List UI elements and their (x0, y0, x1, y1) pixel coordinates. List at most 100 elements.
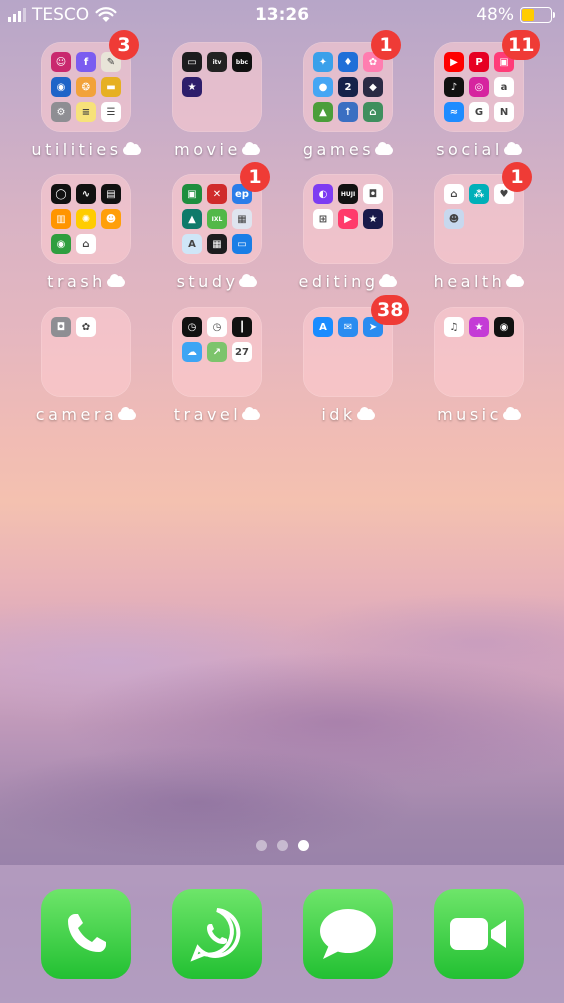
folder-label-text: editing (298, 272, 379, 291)
folder-label: study (147, 272, 287, 291)
balloon-game-icon: ● (313, 77, 333, 97)
cloud-icon (356, 407, 375, 420)
messenger-icon: ≈ (444, 102, 464, 122)
piano-tiles-icon: 2 (338, 77, 358, 97)
notification-badge: 38 (371, 295, 410, 325)
phone-icon (68, 914, 106, 952)
gradient-app-icon: ◐ (313, 184, 333, 204)
folder-music[interactable]: ♫ ★ ◉ (434, 307, 524, 397)
google-home-icon: ⌂ (444, 184, 464, 204)
cube-game-icon: ◆ (363, 77, 383, 97)
news-icon: N (494, 102, 514, 122)
pinterest-icon: P (469, 52, 489, 72)
folder-trash[interactable]: ◯ ∿ ▤ ▥ ✺ ☻ ◉ ⌂ (41, 174, 131, 264)
dock-app-phone[interactable] (41, 889, 131, 979)
voice-memos-icon: ┃ (232, 317, 252, 337)
wallet-gold-icon: ▬ (101, 77, 121, 97)
folder-label: music (409, 405, 549, 424)
notification-badge: 1 (502, 162, 532, 192)
star-editor-icon: ★ (363, 209, 383, 229)
notes-icon: ≡ (76, 102, 96, 122)
cloud-icon (375, 142, 394, 155)
facetime-icon (450, 918, 506, 950)
folder-label: games (278, 140, 418, 159)
folder-label: idk (278, 405, 418, 424)
ixl-icon: IXL (207, 209, 227, 229)
house-game-icon: ⌂ (363, 102, 383, 122)
page-indicator[interactable] (0, 840, 564, 851)
home-icon: ⌂ (76, 234, 96, 254)
wallet-icon: ▤ (101, 184, 121, 204)
dock (0, 865, 564, 1003)
whatsapp-icon (190, 908, 241, 962)
notification-badge: 1 (371, 30, 401, 60)
folder-movie[interactable]: ▭ itv bbc ★ (172, 42, 262, 132)
santa-icon: ☺ (51, 52, 71, 72)
itv-icon: itv (207, 52, 227, 72)
folder-camera[interactable]: ◘ ✿ (41, 307, 131, 397)
huji-icon: HUJI (338, 184, 358, 204)
page-dot[interactable] (276, 840, 288, 851)
cloud-icon (106, 274, 125, 287)
tiktok-icon: ♪ (444, 77, 464, 97)
cloud-icon (239, 274, 258, 287)
flashcards-icon: ✕ (207, 184, 227, 204)
family-icon: ☻ (101, 209, 121, 229)
stocks-icon: ∿ (76, 184, 96, 204)
folder-label-text: camera (35, 405, 118, 424)
folder-label: movie (147, 140, 287, 159)
tv-icon: ▭ (182, 52, 202, 72)
books-icon: ▥ (51, 209, 71, 229)
cloud-icon (503, 142, 522, 155)
grid-app-icon: ▦ (232, 209, 252, 229)
music-icon: ♫ (444, 317, 464, 337)
road-game-icon: ↑ (338, 102, 358, 122)
camera-icon: ◘ (51, 317, 71, 337)
folder-label-text: movie (174, 140, 241, 159)
folder-label-text: trash (47, 272, 106, 291)
calculator-icon: ▦ (207, 234, 227, 254)
cloud-icon (118, 407, 137, 420)
page-dot[interactable] (297, 840, 309, 851)
folder-label-text: travel (173, 405, 242, 424)
notification-badge: 11 (502, 30, 541, 60)
calendar-icon: 27 (232, 342, 252, 362)
settings-icon: ⚙ (51, 102, 71, 122)
folder-label-text: music (437, 405, 502, 424)
notification-badge: 3 (109, 30, 139, 60)
spotify-icon: ◉ (494, 317, 514, 337)
fontmaker-icon: ❂ (76, 77, 96, 97)
dock-app-whatsapp[interactable] (172, 889, 262, 979)
folder-editing[interactable]: ◐ HUJI ◘ ⊞ ▶ ★ (303, 174, 393, 264)
dock-app-facetime[interactable] (434, 889, 524, 979)
instagram-icon: ◎ (469, 77, 489, 97)
battery-icon (520, 7, 555, 23)
find-my-icon: ◉ (51, 234, 71, 254)
layout-icon: ⊞ (313, 209, 333, 229)
folder-label: travel (147, 405, 287, 424)
watch-icon: ◯ (51, 184, 71, 204)
cloud-icon (379, 274, 398, 287)
folder-label-text: health (433, 272, 506, 291)
translate-icon: A (182, 234, 202, 254)
folder-label-text: games (302, 140, 375, 159)
folder-label: health (409, 272, 549, 291)
amazon-icon: a (494, 77, 514, 97)
bbc-iplayer-icon: bbc (232, 52, 252, 72)
folder-travel[interactable]: ◷ ◷ ┃ ☁ ↗ 27 (172, 307, 262, 397)
folder-label: utilities (16, 140, 156, 159)
cloud-icon (241, 142, 260, 155)
video-editor-icon: ▶ (338, 209, 358, 229)
photos-icon: ✿ (76, 317, 96, 337)
dock-app-messages[interactable] (303, 889, 393, 979)
itunes-star-icon: ★ (469, 317, 489, 337)
page-dot[interactable] (255, 840, 267, 851)
files-icon: ▭ (232, 234, 252, 254)
reminders-icon: ☰ (101, 102, 121, 122)
clock-icon: ◷ (182, 317, 202, 337)
cloud-icon (122, 142, 141, 155)
folder-label-text: social (436, 140, 503, 159)
mail-icon: ✉ (338, 317, 358, 337)
temple-game-icon: ▲ (313, 102, 333, 122)
fonts-icon: f (76, 52, 96, 72)
